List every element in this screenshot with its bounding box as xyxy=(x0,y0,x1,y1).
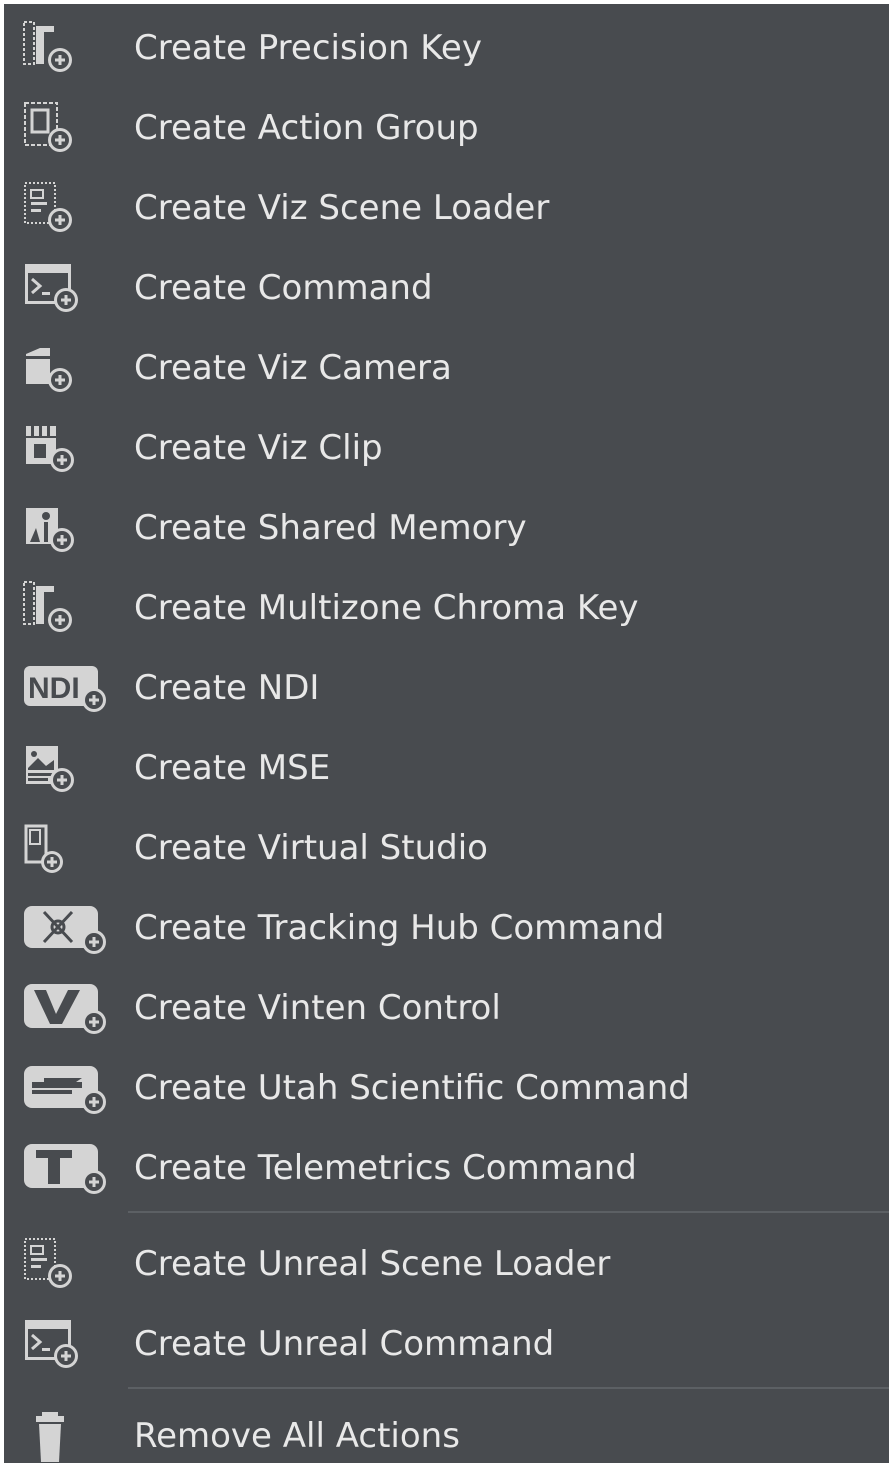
menu-separator xyxy=(128,1387,889,1389)
context-menu: Create Precision Key Create Action Group xyxy=(4,4,889,1463)
menu-item-label: Create Action Group xyxy=(134,108,479,148)
scene-loader-icon xyxy=(22,1236,110,1292)
menu-item-label: Create Unreal Scene Loader xyxy=(134,1244,611,1284)
menu-item-label: Create Viz Scene Loader xyxy=(134,188,550,228)
menu-item-label: Create Viz Camera xyxy=(134,348,452,388)
menu-item-create-telemetrics-command[interactable]: Create Telemetrics Command xyxy=(4,1128,889,1208)
menu-item-label: Remove All Actions xyxy=(134,1416,460,1456)
menu-item-label: Create Vinten Control xyxy=(134,988,501,1028)
menu-item-create-viz-camera[interactable]: Create Viz Camera xyxy=(4,328,889,408)
utah-scientific-icon xyxy=(22,1060,110,1116)
vinten-icon xyxy=(22,980,110,1036)
menu-item-create-shared-memory[interactable]: Create Shared Memory xyxy=(4,488,889,568)
menu-item-remove-all-actions[interactable]: Remove All Actions xyxy=(4,1396,889,1476)
menu-item-label: Create Shared Memory xyxy=(134,508,527,548)
menu-item-create-utah-scientific-command[interactable]: Create Utah Scientific Command xyxy=(4,1048,889,1128)
terminal-icon xyxy=(22,1316,110,1372)
menu-item-label: Create Telemetrics Command xyxy=(134,1148,637,1188)
menu-item-create-command[interactable]: Create Command xyxy=(4,248,889,328)
mse-icon xyxy=(22,740,110,796)
scene-loader-icon xyxy=(22,180,110,236)
menu-item-label: Create MSE xyxy=(134,748,331,788)
menu-item-create-ndi[interactable]: NDI Create NDI xyxy=(4,648,889,728)
menu-item-create-viz-clip[interactable]: Create Viz Clip xyxy=(4,408,889,488)
menu-item-label: Create Utah Scientific Command xyxy=(134,1068,690,1108)
menu-item-label: Create Virtual Studio xyxy=(134,828,488,868)
shared-memory-icon xyxy=(22,500,110,556)
tracking-hub-icon xyxy=(22,900,110,956)
menu-separator xyxy=(128,1211,889,1213)
menu-item-create-unreal-command[interactable]: Create Unreal Command xyxy=(4,1304,889,1384)
menu-item-create-virtual-studio[interactable]: Create Virtual Studio xyxy=(4,808,889,888)
svg-text:NDI: NDI xyxy=(28,672,80,705)
virtual-studio-icon xyxy=(22,820,110,876)
menu-item-create-mse[interactable]: Create MSE xyxy=(4,728,889,808)
menu-item-create-tracking-hub-command[interactable]: Create Tracking Hub Command xyxy=(4,888,889,968)
menu-item-label: Create Precision Key xyxy=(134,28,482,68)
menu-item-create-unreal-scene-loader[interactable]: Create Unreal Scene Loader xyxy=(4,1224,889,1304)
menu-item-label: Create Multizone Chroma Key xyxy=(134,588,639,628)
precision-key-icon xyxy=(22,20,110,76)
menu-item-create-vinten-control[interactable]: Create Vinten Control xyxy=(4,968,889,1048)
menu-item-create-precision-key[interactable]: Create Precision Key xyxy=(4,8,889,88)
clapperboard-icon xyxy=(22,420,110,476)
ndi-icon: NDI xyxy=(22,660,110,716)
action-group-icon xyxy=(22,100,110,156)
menu-item-label: Create NDI xyxy=(134,668,320,708)
menu-item-label: Create Viz Clip xyxy=(134,428,383,468)
menu-item-create-action-group[interactable]: Create Action Group xyxy=(4,88,889,168)
trash-icon xyxy=(22,1408,110,1464)
menu-item-label: Create Unreal Command xyxy=(134,1324,555,1364)
menu-item-create-viz-scene-loader[interactable]: Create Viz Scene Loader xyxy=(4,168,889,248)
terminal-icon xyxy=(22,260,110,316)
menu-item-label: Create Tracking Hub Command xyxy=(134,908,665,948)
chroma-key-icon xyxy=(22,580,110,636)
menu-item-label: Create Command xyxy=(134,268,433,308)
menu-item-create-multizone-chroma-key[interactable]: Create Multizone Chroma Key xyxy=(4,568,889,648)
camera-icon xyxy=(22,340,110,396)
telemetrics-icon xyxy=(22,1140,110,1196)
